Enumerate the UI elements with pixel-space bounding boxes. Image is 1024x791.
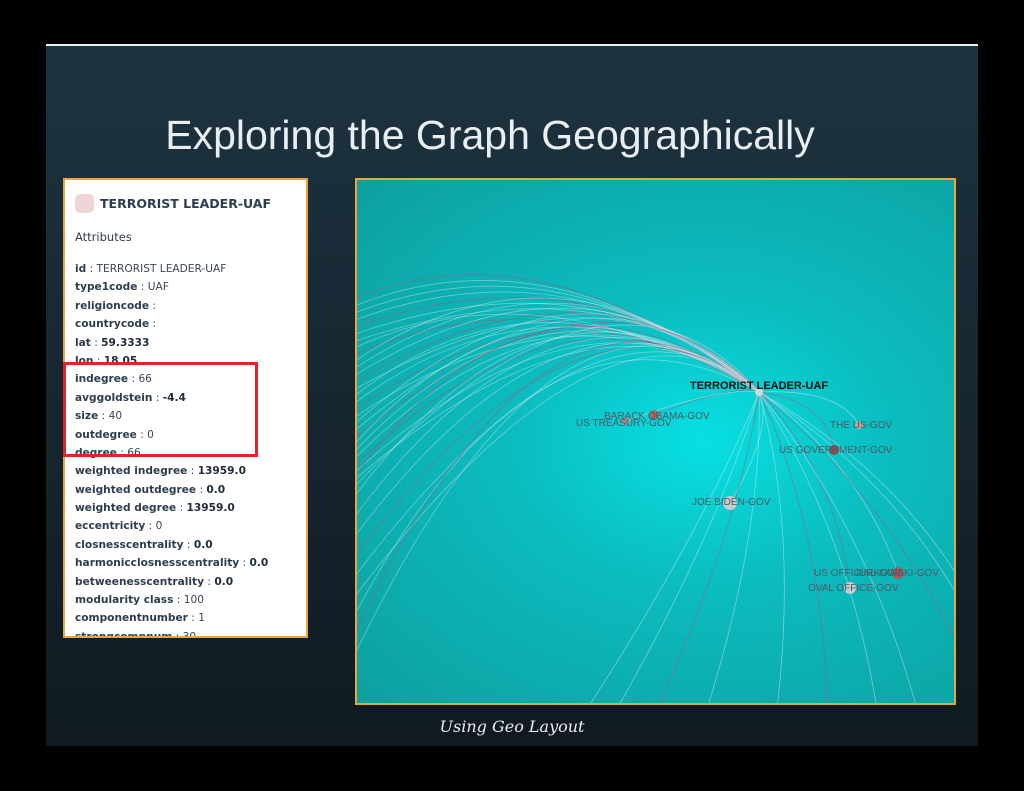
attribute-value: 13959.0 bbox=[197, 465, 246, 478]
attribute-row: weighted outdegree : 0.0 bbox=[75, 483, 226, 496]
attribute-row: strongcompnum : 30 bbox=[75, 628, 268, 638]
label-jurkowski: JURKOWSKI-GOV bbox=[854, 568, 939, 579]
graph-edge bbox=[708, 391, 760, 703]
attribute-value: 100 bbox=[183, 594, 204, 607]
attribute-row: weighted degree : 13959.0 bbox=[75, 502, 235, 515]
attribute-value: 0.0 bbox=[214, 575, 234, 588]
graph-edge bbox=[619, 391, 760, 703]
attribute-key: weighted degree bbox=[75, 502, 177, 515]
graph-edge bbox=[357, 302, 760, 393]
slide-caption: Using Geo Layout bbox=[439, 717, 585, 736]
attribute-key: weighted outdegree bbox=[75, 483, 197, 496]
attribute-key: id bbox=[75, 263, 87, 275]
graph-edge bbox=[357, 342, 760, 472]
attribute-key: componentnumber bbox=[75, 612, 188, 625]
attribute-row: type1code : UAF bbox=[75, 281, 169, 294]
attribute-row: closnesscentrality : 0.0 bbox=[75, 538, 213, 551]
highlight-box bbox=[63, 362, 258, 457]
attribute-value: 0.0 bbox=[206, 483, 226, 496]
attribute-row: countrycode : bbox=[75, 318, 157, 331]
graph-edge bbox=[357, 355, 760, 595]
attribute-value: 13959.0 bbox=[186, 502, 235, 515]
attribute-value: 30 bbox=[182, 630, 197, 638]
attribute-row: religioncode : bbox=[75, 299, 156, 312]
attribute-row: lat : 59.3333 bbox=[75, 336, 150, 349]
attribute-value: 1 bbox=[198, 612, 205, 625]
graph-edge bbox=[357, 331, 760, 410]
attribute-key: weighted indegree bbox=[75, 465, 188, 478]
node-header: TERRORIST LEADER-UAF bbox=[75, 194, 271, 213]
label-treasury: US TREASURY-GOV bbox=[576, 418, 672, 429]
attribute-key: lat bbox=[75, 336, 91, 349]
slide-title: Exploring the Graph Geographically bbox=[165, 112, 815, 158]
label-terrorist-leader: TERRORIST LEADER-UAF bbox=[690, 380, 828, 392]
attribute-row: harmonicclosnesscentrality : 0.0 bbox=[75, 557, 269, 570]
label-oval-office: OVAL OFFICE-GOV bbox=[808, 583, 899, 594]
node-color-icon bbox=[75, 194, 94, 213]
attribute-row: betweenesscentrality : 0.0 bbox=[75, 575, 234, 588]
label-the-us: THE US-GOV bbox=[830, 420, 893, 431]
graph-edge bbox=[758, 391, 877, 703]
attribute-key: betweenesscentrality bbox=[75, 575, 205, 588]
label-us-gov: US GOVERNMENT-GOV bbox=[779, 445, 893, 456]
attribute-row: eccentricity : 0 bbox=[75, 520, 163, 533]
attribute-value: 0.0 bbox=[193, 538, 213, 551]
edge-group bbox=[357, 274, 954, 703]
attribute-key: type1code bbox=[75, 281, 138, 294]
graph-edge bbox=[590, 391, 760, 703]
attributes-heading: Attributes bbox=[75, 230, 132, 244]
attribute-row: id : TERRORIST LEADER-UAF bbox=[75, 263, 227, 275]
node-name: TERRORIST LEADER-UAF bbox=[100, 196, 271, 211]
attribute-value: TERRORIST LEADER-UAF bbox=[96, 263, 227, 275]
geo-graph-view[interactable]: BARACK OBAMA-GOV US TREASURY-GOV THE US-… bbox=[355, 178, 956, 705]
attribute-row: modularity class : 100 bbox=[75, 594, 204, 607]
graph-edge bbox=[758, 391, 785, 703]
attribute-value: UAF bbox=[147, 281, 169, 294]
attribute-key: strongcompnum bbox=[75, 630, 173, 638]
attribute-key: modularity class bbox=[75, 594, 174, 607]
attribute-key: closnesscentrality bbox=[75, 538, 184, 551]
attribute-key: eccentricity bbox=[75, 520, 146, 533]
attribute-value: 59.3333 bbox=[101, 336, 150, 349]
graph-edge bbox=[357, 326, 760, 402]
attribute-key: harmonicclosnesscentrality bbox=[75, 557, 240, 570]
attribute-key: countrycode bbox=[75, 318, 150, 331]
graph-canvas: BARACK OBAMA-GOV US TREASURY-GOV THE US-… bbox=[357, 274, 954, 703]
attribute-key: religioncode bbox=[75, 299, 150, 312]
graph-edge bbox=[758, 391, 916, 703]
graph-edge bbox=[357, 313, 760, 423]
attribute-row: weighted indegree : 13959.0 bbox=[75, 465, 246, 478]
attribute-row: componentnumber : 1 bbox=[75, 612, 205, 625]
attribute-value: 0 bbox=[155, 520, 163, 533]
attribute-value: 0.0 bbox=[249, 557, 269, 570]
label-biden: JOE BIDEN-GOV bbox=[692, 497, 771, 508]
